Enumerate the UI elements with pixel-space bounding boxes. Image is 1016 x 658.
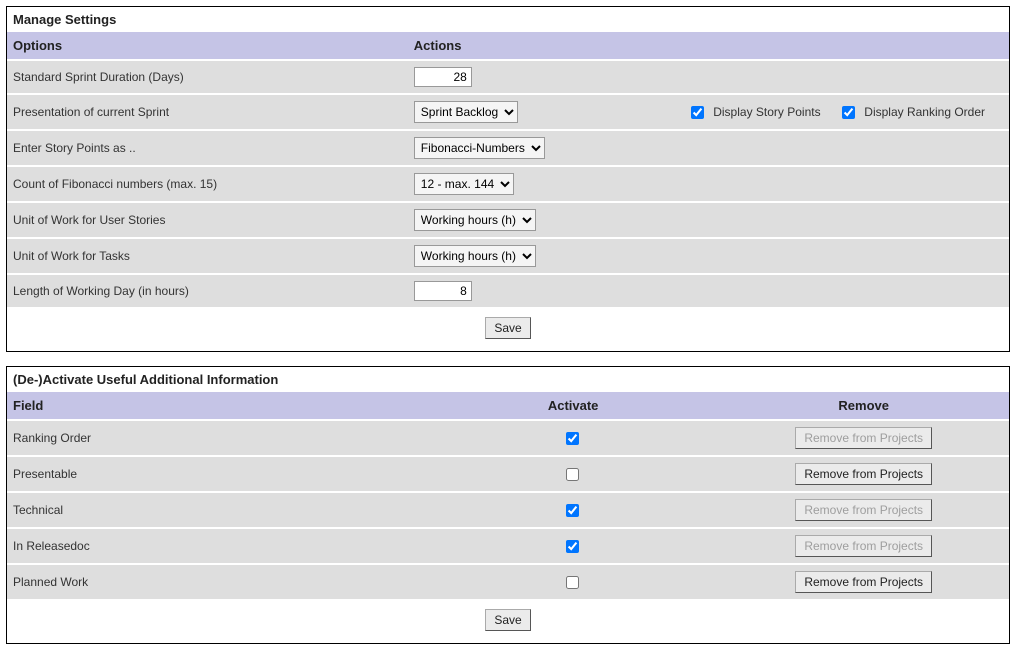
remove-from-projects-button[interactable]: Remove from Projects bbox=[795, 571, 932, 593]
fields-table: Field Activate Remove Ranking Order Remov… bbox=[7, 392, 1009, 599]
header-activate: Activate bbox=[428, 392, 719, 420]
remove-from-projects-button: Remove from Projects bbox=[795, 499, 932, 521]
table-row: In Releasedoc Remove from Projects bbox=[7, 528, 1009, 564]
activate-checkbox[interactable] bbox=[566, 504, 579, 517]
activate-checkbox[interactable] bbox=[566, 432, 579, 445]
label-unit-stories: Unit of Work for User Stories bbox=[7, 202, 408, 238]
manage-settings-panel: Manage Settings Options Actions Standard… bbox=[6, 6, 1010, 352]
remove-from-projects-button: Remove from Projects bbox=[795, 427, 932, 449]
row-unit-stories: Unit of Work for User Stories Working ho… bbox=[7, 202, 1009, 238]
label-display-story-points: Display Story Points bbox=[713, 105, 820, 119]
checkbox-display-ranking-order[interactable] bbox=[842, 106, 855, 119]
row-story-points-as: Enter Story Points as .. Fibonacci-Numbe… bbox=[7, 130, 1009, 166]
checkbox-display-story-points[interactable] bbox=[691, 106, 704, 119]
manage-settings-title: Manage Settings bbox=[7, 7, 1009, 32]
field-label: Planned Work bbox=[7, 564, 428, 599]
remove-from-projects-button: Remove from Projects bbox=[795, 535, 932, 557]
field-label: Ranking Order bbox=[7, 420, 428, 456]
save-button-settings[interactable]: Save bbox=[485, 317, 530, 339]
row-fib-count: Count of Fibonacci numbers (max. 15) 12 … bbox=[7, 166, 1009, 202]
select-fib-count[interactable]: 12 - max. 144 bbox=[414, 173, 514, 195]
remove-from-projects-button[interactable]: Remove from Projects bbox=[795, 463, 932, 485]
label-day-length: Length of Working Day (in hours) bbox=[7, 274, 408, 307]
field-label: Presentable bbox=[7, 456, 428, 492]
table-row: Planned Work Remove from Projects bbox=[7, 564, 1009, 599]
save-button-fields[interactable]: Save bbox=[485, 609, 530, 631]
table-row: Presentable Remove from Projects bbox=[7, 456, 1009, 492]
row-sprint-duration: Standard Sprint Duration (Days) bbox=[7, 60, 1009, 94]
field-label: Technical bbox=[7, 492, 428, 528]
select-unit-tasks[interactable]: Working hours (h) bbox=[414, 245, 536, 267]
row-presentation: Presentation of current Sprint Sprint Ba… bbox=[7, 94, 1009, 130]
input-day-length[interactable] bbox=[414, 281, 472, 301]
settings-table: Options Actions Standard Sprint Duration… bbox=[7, 32, 1009, 307]
activate-checkbox[interactable] bbox=[566, 468, 579, 481]
label-fib-count: Count of Fibonacci numbers (max. 15) bbox=[7, 166, 408, 202]
field-label: In Releasedoc bbox=[7, 528, 428, 564]
select-presentation[interactable]: Sprint Backlog bbox=[414, 101, 518, 123]
table-row: Ranking Order Remove from Projects bbox=[7, 420, 1009, 456]
select-unit-stories[interactable]: Working hours (h) bbox=[414, 209, 536, 231]
header-remove: Remove bbox=[718, 392, 1009, 420]
label-sprint-duration: Standard Sprint Duration (Days) bbox=[7, 60, 408, 94]
fields-panel: (De-)Activate Useful Additional Informat… bbox=[6, 366, 1010, 644]
label-story-points-as: Enter Story Points as .. bbox=[7, 130, 408, 166]
label-presentation: Presentation of current Sprint bbox=[7, 94, 408, 130]
table-row: Technical Remove from Projects bbox=[7, 492, 1009, 528]
select-story-points-as[interactable]: Fibonacci-Numbers bbox=[414, 137, 545, 159]
label-unit-tasks: Unit of Work for Tasks bbox=[7, 238, 408, 274]
activate-checkbox[interactable] bbox=[566, 540, 579, 553]
row-day-length: Length of Working Day (in hours) bbox=[7, 274, 1009, 307]
input-sprint-duration[interactable] bbox=[414, 67, 472, 87]
activate-checkbox[interactable] bbox=[566, 576, 579, 589]
header-actions: Actions bbox=[408, 32, 1009, 60]
header-field: Field bbox=[7, 392, 428, 420]
fields-title: (De-)Activate Useful Additional Informat… bbox=[7, 367, 1009, 392]
header-options: Options bbox=[7, 32, 408, 60]
label-display-ranking-order: Display Ranking Order bbox=[864, 105, 985, 119]
row-unit-tasks: Unit of Work for Tasks Working hours (h) bbox=[7, 238, 1009, 274]
